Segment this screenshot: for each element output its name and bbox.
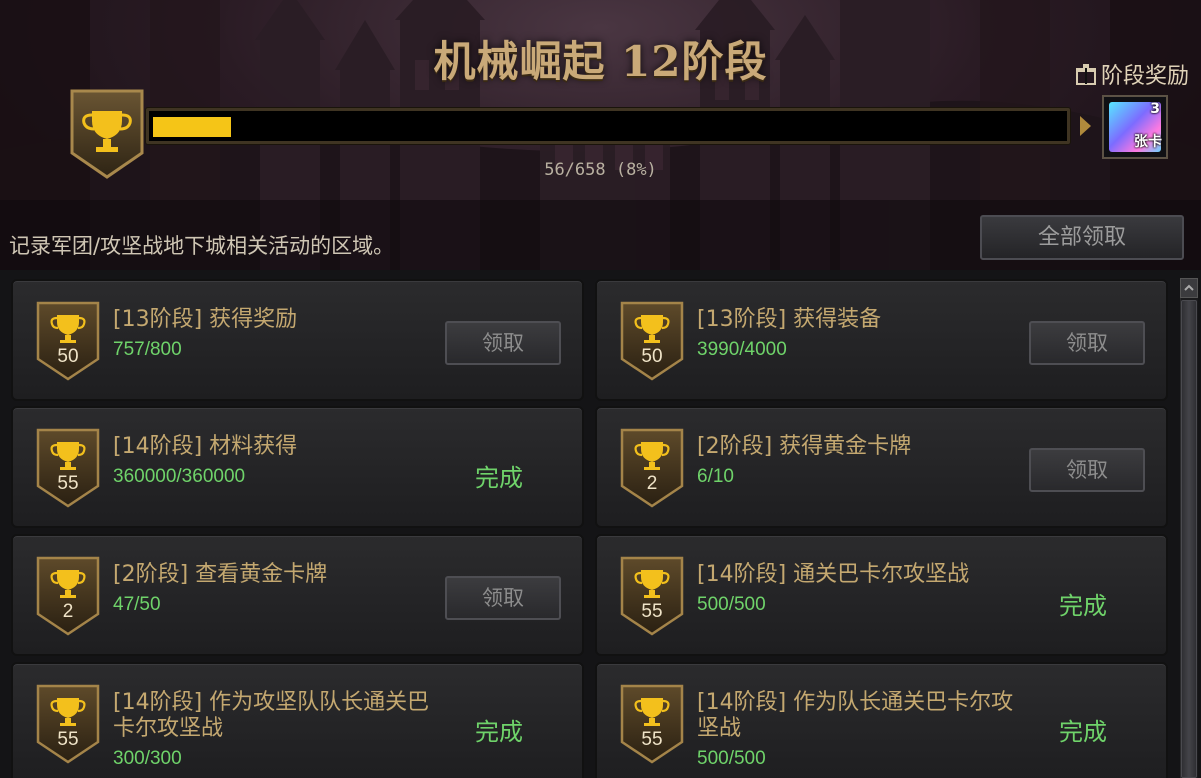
points-badge: 2 <box>619 428 685 508</box>
points-value: 50 <box>641 346 663 367</box>
mission-progress: 500/500 <box>697 748 766 769</box>
trophy-icon <box>620 556 684 636</box>
scroll-up-button[interactable] <box>1180 278 1198 298</box>
points-badge: 55 <box>35 428 101 508</box>
mission-title: [2阶段] 获得黄金卡牌 <box>697 434 912 459</box>
page-title: 机械崛起 12阶段 <box>433 37 768 86</box>
chevron-up-icon <box>1184 284 1194 291</box>
mission-progress: 360000/360000 <box>113 466 246 487</box>
mission-progress: 500/500 <box>697 594 766 615</box>
progress-text: 56/658 (8%) <box>544 160 657 180</box>
mission-card: 55 [14阶段] 作为攻坚队队长通关巴卡尔攻坚战 300/300 完成 <box>11 662 584 778</box>
trophy-icon <box>36 428 100 508</box>
description-text: 记录军团/攻坚战地下城相关活动的区域。 <box>9 234 395 258</box>
points-value: 55 <box>57 473 79 494</box>
points-value: 50 <box>57 346 79 367</box>
mission-progress: 757/800 <box>113 339 182 360</box>
claim-button[interactable]: 领取 <box>1029 321 1145 365</box>
stage-reward-label: 阶段奖励 <box>1100 64 1189 89</box>
mission-title: [14阶段] 作为队长通关巴卡尔攻坚战 <box>697 690 1014 741</box>
mission-progress: 300/300 <box>113 748 182 769</box>
reward-tag: 张卡 <box>1134 134 1162 150</box>
trophy-icon <box>36 556 100 636</box>
mission-title: [13阶段] 获得奖励 <box>113 307 298 332</box>
completed-label: 完成 <box>1059 718 1107 746</box>
points-badge: 55 <box>35 684 101 764</box>
stage-progress-fill <box>153 117 231 137</box>
scrollbar-thumb[interactable] <box>1181 300 1197 778</box>
points-badge: 55 <box>619 684 685 764</box>
trophy-icon <box>36 301 100 381</box>
trophy-icon <box>620 684 684 764</box>
mission-card: 55 [14阶段] 作为队长通关巴卡尔攻坚战 500/500 完成 <box>595 662 1168 778</box>
mission-card: 50 [13阶段] 获得奖励 757/800 领取 <box>11 279 584 401</box>
points-badge: 2 <box>35 556 101 636</box>
claim-all-button[interactable]: 全部领取 <box>980 215 1184 260</box>
mission-card: 2 [2阶段] 获得黄金卡牌 6/10 领取 <box>595 406 1168 528</box>
points-value: 2 <box>62 601 74 622</box>
stage-reward-item[interactable]: 3 张卡 <box>1102 95 1168 159</box>
points-value: 55 <box>57 729 79 750</box>
claim-button[interactable]: 领取 <box>445 321 561 365</box>
mission-progress: 3990/4000 <box>697 339 787 360</box>
points-badge: 55 <box>619 556 685 636</box>
mission-progress: 6/10 <box>697 466 734 487</box>
points-value: 2 <box>646 473 658 494</box>
points-badge: 50 <box>619 301 685 381</box>
trophy-icon <box>620 301 684 381</box>
mission-title: [14阶段] 作为攻坚队队长通关巴卡尔攻坚战 <box>113 690 430 741</box>
gift-icon <box>1075 64 1096 85</box>
mission-title: [14阶段] 通关巴卡尔攻坚战 <box>697 562 970 587</box>
completed-label: 完成 <box>475 718 523 746</box>
completed-label: 完成 <box>1059 592 1107 620</box>
arrow-right-icon <box>1080 116 1091 136</box>
mission-progress: 47/50 <box>113 594 161 615</box>
mission-card: 55 [14阶段] 通关巴卡尔攻坚战 500/500 完成 <box>595 534 1168 656</box>
mission-card: 55 [14阶段] 材料获得 360000/360000 完成 <box>11 406 584 528</box>
points-badge: 50 <box>35 301 101 381</box>
claim-button[interactable]: 领取 <box>445 576 561 620</box>
points-value: 55 <box>641 729 663 750</box>
stage-reward-link[interactable]: 阶段奖励 <box>1075 58 1189 90</box>
reward-quantity: 3 <box>1150 101 1160 117</box>
completed-label: 完成 <box>475 464 523 492</box>
mission-title: [13阶段] 获得装备 <box>697 307 882 332</box>
trophy-icon <box>36 684 100 764</box>
mission-card: 50 [13阶段] 获得装备 3990/4000 领取 <box>595 279 1168 401</box>
mission-card: 2 [2阶段] 查看黄金卡牌 47/50 领取 <box>11 534 584 656</box>
points-value: 55 <box>641 601 663 622</box>
mission-title: [2阶段] 查看黄金卡牌 <box>113 562 328 587</box>
stage-progress-bar <box>146 108 1070 144</box>
claim-button[interactable]: 领取 <box>1029 448 1145 492</box>
trophy-icon <box>620 428 684 508</box>
mission-title: [14阶段] 材料获得 <box>113 434 298 459</box>
